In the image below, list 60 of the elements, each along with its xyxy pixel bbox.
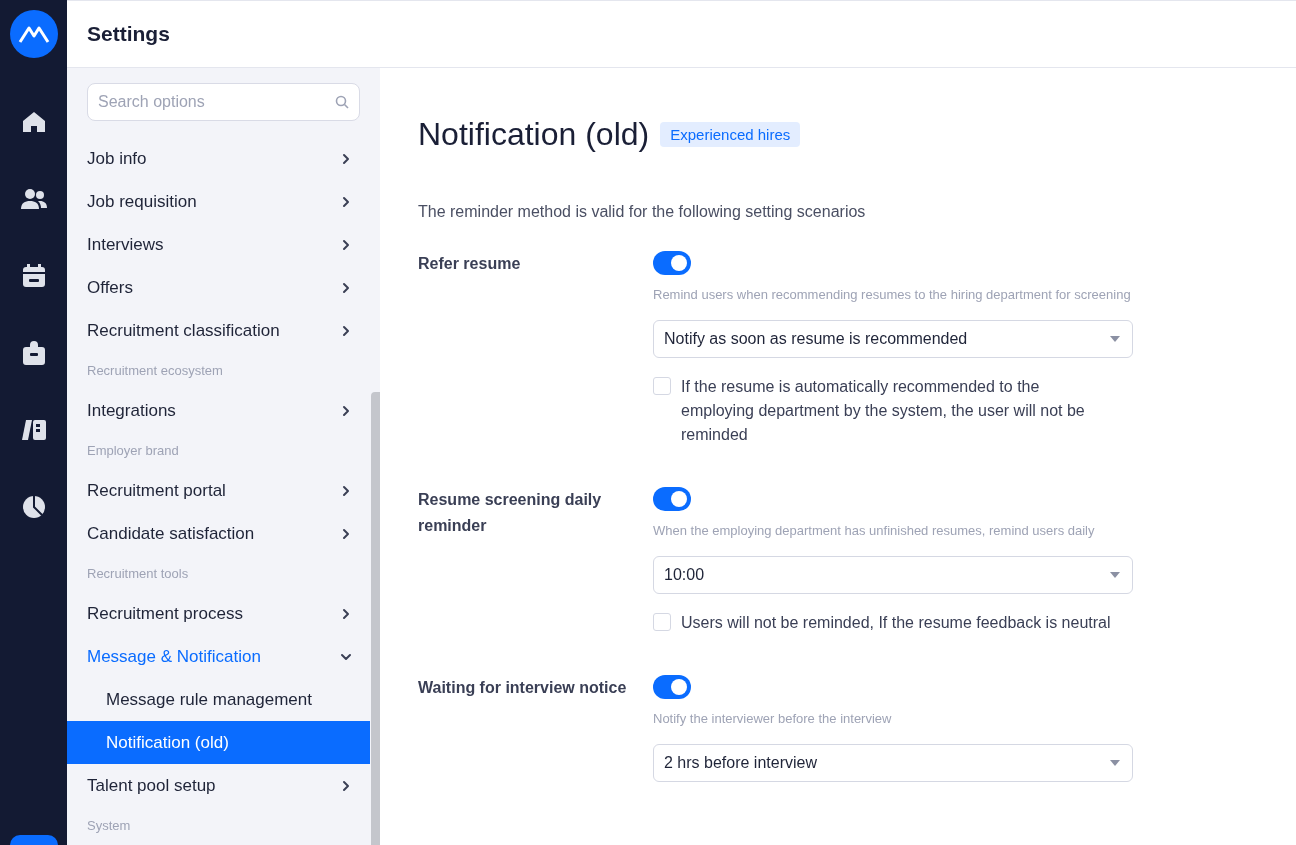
setting-label: Resume screening daily reminder — [418, 490, 603, 536]
chevron-right-icon — [340, 527, 352, 540]
menu-item[interactable]: Message & Notification — [67, 635, 370, 678]
section-heading: Recruitment tools — [86, 565, 190, 583]
caret-icon — [1110, 336, 1120, 342]
chevron-right-icon — [340, 281, 352, 294]
people-icon — [20, 188, 47, 210]
caret-icon — [1110, 760, 1120, 766]
checkbox-label: Users will not be reminded, If the resume feedback is neutral — [681, 613, 1111, 633]
page-title: Notification (old) — [418, 116, 650, 153]
menu-item[interactable]: Recruitment portal — [67, 469, 370, 512]
setting-hint: When the employing department has unfinished resumes, remind users daily — [653, 523, 1095, 538]
select-field[interactable]: 10:00 — [653, 556, 1133, 594]
setting-label: Waiting for interview notice — [418, 678, 628, 698]
page-header-title: Settings — [87, 22, 170, 46]
section-heading: Recruitment ecosystem — [86, 362, 224, 380]
menu-item[interactable]: Integrations — [67, 389, 370, 432]
chevron-right-icon — [340, 484, 352, 497]
chevron-right-icon — [340, 404, 352, 417]
toggle-switch[interactable] — [653, 487, 691, 511]
menu-item[interactable]: Job requisition — [67, 180, 370, 223]
submenu-item[interactable]: Message rule management — [67, 678, 370, 721]
category-tag: Experienced hires — [660, 122, 801, 147]
checkbox[interactable] — [653, 377, 671, 395]
checkbox[interactable] — [653, 613, 671, 631]
chevron-right-icon — [340, 607, 352, 620]
menu-item[interactable]: Interviews — [67, 223, 370, 266]
setting-label: Refer resume — [418, 254, 522, 274]
intro-text: The reminder method is valid for the following setting scenarios — [418, 203, 867, 221]
search-icon — [335, 95, 349, 109]
chevron-right-icon — [340, 195, 352, 208]
scrollbar[interactable] — [371, 392, 380, 845]
book-icon — [20, 419, 47, 441]
calendar-icon — [21, 264, 46, 288]
search-field[interactable]: Search options — [87, 83, 360, 121]
section-heading: Employer brand — [86, 442, 180, 460]
setting-hint: Notify the interviewer before the interview — [653, 711, 892, 726]
logo-icon[interactable] — [9, 10, 58, 58]
bag-icon — [21, 341, 46, 365]
toggle-switch[interactable] — [653, 675, 691, 699]
chevron-right-icon — [340, 779, 352, 792]
select-field[interactable]: Notify as soon as resume is recommended — [653, 320, 1133, 358]
pie-chart-icon — [21, 495, 46, 519]
menu-item[interactable]: Recruitment process — [67, 592, 370, 635]
checkbox-label: If the resume is automatically recommended to the employing department by the system, the user will not be reminded — [681, 377, 1086, 445]
menu-item[interactable]: Recruitment classification — [67, 309, 370, 352]
caret-icon — [1110, 572, 1120, 578]
toggle-switch[interactable] — [653, 251, 691, 275]
submenu-item[interactable]: Notification (old) — [67, 721, 370, 764]
chevron-right-icon — [340, 152, 352, 165]
home-icon — [21, 111, 46, 133]
section-heading: System — [86, 817, 132, 835]
select-field[interactable]: 2 hrs before interview — [653, 744, 1133, 782]
chevron-right-icon — [340, 324, 352, 337]
menu-item[interactable]: Candidate satisfaction — [67, 512, 370, 555]
menu-item[interactable]: Talent pool setup — [67, 764, 370, 807]
setting-hint: Remind users when recommending resumes to the hiring department for screening — [653, 287, 1131, 302]
menu-item[interactable]: Job info — [67, 137, 370, 180]
chevron-right-icon — [340, 238, 352, 251]
menu-item[interactable]: Offers — [67, 266, 370, 309]
